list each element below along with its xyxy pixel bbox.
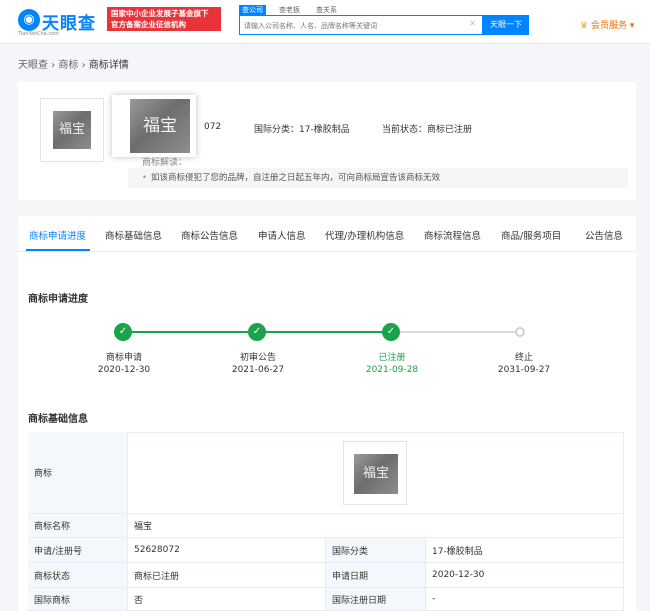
banner-line-1: 国家中小企业发展子基金旗下 [111, 9, 209, 18]
breadcrumb: 天眼查 › 商标 › 商标详情 [18, 56, 129, 71]
table-value: 52628072 [128, 538, 326, 563]
table-label: 国际注册日期 [326, 588, 426, 611]
step-date: 2021-09-28 [365, 365, 419, 375]
official-banner[interactable]: 国家中小企业发展子基金旗下 官方备案企业征信机构 [107, 7, 221, 31]
step-label: 已注册 [378, 353, 406, 363]
trademark-image-large: 福宝 [130, 99, 190, 153]
step-date: 2031-09-27 [497, 365, 551, 375]
tab-applicant[interactable]: 申请人信息 [258, 228, 306, 242]
step-check-icon: ✓ [114, 323, 132, 341]
step-date: 2021-06-27 [231, 365, 285, 375]
search-button[interactable]: 天眼一下 [483, 15, 529, 35]
top-header: ◉ 天眼查 TianYanCha.com 国家中小企业发展子基金旗下 官方备案企… [0, 0, 650, 44]
member-service-label: 会员服务 [590, 21, 627, 31]
step-date: 2020-12-30 [97, 365, 151, 375]
step-pending-icon [515, 327, 525, 337]
interpretation-text: 如该商标侵犯了您的品牌，自注册之日起五年内，可向商标局宣告该商标无效 [151, 173, 441, 183]
trademark-thumbnail[interactable]: 福宝 [40, 98, 104, 162]
bullet-icon: • [142, 173, 148, 183]
interpretation-title: 商标解读： [142, 158, 188, 168]
trademark-table-image[interactable]: 福宝 [343, 441, 407, 505]
eye-logo-icon: ◉ [18, 9, 40, 31]
step-label: 商标申请 [105, 353, 142, 363]
trademark-image-table: 福宝 [354, 454, 398, 494]
table-label: 商标名称 [28, 514, 128, 538]
step-label: 终止 [514, 353, 533, 363]
table-value: 否 [128, 588, 326, 611]
breadcrumb-current: 商标详情 [88, 60, 129, 71]
tab-progress[interactable]: 商标申请进度 [29, 228, 86, 242]
search-input[interactable] [244, 19, 464, 32]
banner-line-2: 官方备案企业征信机构 [111, 20, 186, 29]
search-tab-company[interactable]: 查公司 [239, 5, 266, 15]
tab-announcement-info[interactable]: 商标公告信息 [181, 228, 238, 242]
search-tab-boss[interactable]: 查老板 [276, 5, 303, 15]
current-status: 当前状态：商标已注册 [382, 125, 473, 135]
tab-process[interactable]: 商标流程信息 [424, 228, 481, 242]
table-label: 申请日期 [326, 563, 426, 588]
chevron-right-icon: › [81, 60, 89, 71]
table-label-trademark: 商标 [28, 432, 128, 514]
registration-number-partial: 072 [204, 122, 222, 132]
search-box: ✕ [239, 15, 483, 35]
progress-line-pending [400, 331, 518, 333]
step-label: 初审公告 [239, 353, 276, 363]
tab-basic-info[interactable]: 商标基础信息 [105, 228, 162, 242]
tab-goods-services[interactable]: 商品/服务项目 [501, 228, 561, 242]
progress-section-title: 商标申请进度 [28, 294, 88, 305]
interpretation-note: • 如该商标侵犯了您的品牌，自注册之日起五年内，可向商标局宣告该商标无效 [128, 168, 628, 188]
clear-icon[interactable]: ✕ [469, 19, 476, 28]
search-tab-relation[interactable]: 查关系 [313, 5, 340, 15]
crown-icon: ♛ [580, 21, 589, 31]
table-value: - [426, 588, 624, 611]
trademark-summary-card: 福宝 福宝 072 国际分类：17-橡胶制品 当前状态：商标已注册 商标解读： … [18, 82, 636, 200]
international-class: 国际分类：17-橡胶制品 [254, 125, 350, 135]
logo-subtext: TianYanCha.com [18, 31, 60, 37]
breadcrumb-home[interactable]: 天眼查 [18, 60, 48, 71]
caret-down-icon: ▾ [629, 21, 635, 31]
table-value: 福宝 [128, 514, 624, 538]
trademark-image: 福宝 [53, 111, 91, 149]
breadcrumb-trademark[interactable]: 商标 [58, 60, 78, 71]
member-service-menu[interactable]: ♛ 会员服务 ▾ [580, 18, 634, 31]
active-tab-indicator [26, 249, 90, 251]
table-label: 申请/注册号 [28, 538, 128, 563]
tab-agency[interactable]: 代理/办理机构信息 [325, 228, 404, 242]
detail-tabs: 商标申请进度 商标基础信息 商标公告信息 申请人信息 代理/办理机构信息 商标流… [18, 216, 636, 252]
table-label: 商标状态 [28, 563, 128, 588]
step-check-icon: ✓ [248, 323, 266, 341]
table-value: 17-橡胶制品 [426, 538, 624, 563]
search-type-tabs: 查公司 查老板 查关系 [239, 5, 340, 15]
table-label: 国际商标 [28, 588, 128, 611]
step-check-icon: ✓ [382, 323, 400, 341]
trademark-zoom-preview: 福宝 [112, 95, 196, 157]
site-logo[interactable]: ◉ 天眼查 TianYanCha.com [18, 7, 100, 37]
basic-info-section-title: 商标基础信息 [28, 414, 88, 425]
tab-notices[interactable]: 公告信息 [585, 228, 623, 242]
table-value: 2020-12-30 [426, 563, 624, 588]
table-value: 商标已注册 [128, 563, 326, 588]
table-label: 国际分类 [326, 538, 426, 563]
